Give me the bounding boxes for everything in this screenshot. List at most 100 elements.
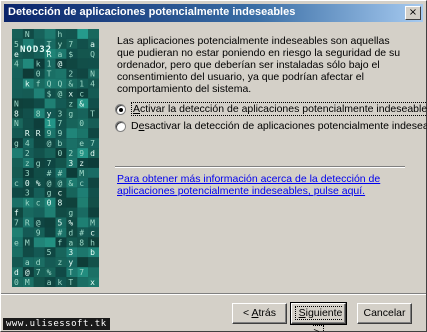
svg-text:%: % [36, 179, 41, 188]
svg-text:7: 7 [58, 119, 63, 128]
svg-text:e: e [14, 50, 19, 59]
svg-text:k: k [36, 60, 41, 69]
svg-text:@: @ [47, 139, 52, 148]
svg-text:c: c [79, 179, 84, 188]
svg-text:Q: Q [47, 80, 52, 89]
window-title: Detección de aplicaciones potencialmente… [8, 6, 296, 18]
svg-text:9: 9 [79, 149, 84, 158]
svg-text:9: 9 [58, 129, 63, 138]
title-bar: Detección de aplicaciones potencialmente… [4, 4, 423, 22]
svg-text:k: k [25, 80, 30, 89]
svg-text:c: c [79, 90, 84, 99]
svg-text:@: @ [58, 90, 63, 99]
svg-text:$: $ [47, 90, 52, 99]
svg-text:7: 7 [36, 268, 41, 277]
svg-text:f: f [36, 80, 41, 89]
radio-desactivar[interactable]: Desactivar la detección de aplicaciones … [115, 119, 427, 133]
svg-text:a: a [58, 50, 63, 59]
svg-text:7: 7 [79, 268, 84, 277]
svg-text:&: & [79, 99, 84, 108]
svg-text:5: 5 [47, 248, 52, 257]
svg-text:0: 0 [36, 70, 41, 79]
svg-text:N: N [14, 119, 19, 128]
svg-text:0: 0 [25, 179, 30, 188]
svg-text:N: N [25, 30, 30, 39]
svg-text:R: R [36, 129, 41, 138]
svg-text:k: k [58, 278, 63, 287]
svg-text:&: & [68, 179, 73, 188]
svg-text:T: T [47, 70, 52, 79]
svg-text:1: 1 [47, 60, 52, 69]
cancel-button[interactable]: Cancelar [357, 303, 412, 324]
svg-text:3: 3 [68, 248, 73, 257]
svg-text:2: 2 [68, 70, 73, 79]
svg-text:b: b [90, 248, 95, 257]
svg-text:3: 3 [25, 189, 30, 198]
svg-text:a: a [47, 278, 52, 287]
svg-text:$: $ [68, 50, 73, 59]
svg-text:a: a [90, 40, 95, 49]
radio-desactivar-label[interactable]: Desactivar la detección de aplicaciones … [131, 120, 427, 132]
svg-text:7: 7 [14, 219, 19, 228]
radio-activar[interactable]: Activar la detección de aplicaciones pot… [115, 102, 427, 116]
svg-text:3: 3 [58, 109, 63, 118]
svg-text:0: 0 [47, 199, 52, 208]
svg-text:e: e [14, 238, 19, 247]
svg-text:1: 1 [79, 80, 84, 89]
svg-text:4: 4 [25, 139, 30, 148]
svg-text:0: 0 [58, 149, 63, 158]
svg-text:g: g [47, 189, 52, 198]
svg-text:z: z [79, 159, 84, 168]
back-button[interactable]: < Atrás [232, 303, 287, 324]
svg-text:0: 0 [79, 119, 84, 128]
svg-text:f: f [58, 238, 63, 247]
svg-text:a: a [25, 258, 30, 267]
svg-text:4: 4 [14, 60, 19, 69]
svg-text:R: R [25, 129, 30, 138]
svg-text:b: b [58, 139, 63, 148]
svg-text:d: d [36, 258, 41, 267]
svg-text:d: d [68, 228, 73, 237]
svg-text:M: M [25, 278, 30, 287]
svg-text:g: g [68, 109, 73, 118]
svg-text:@: @ [36, 219, 41, 228]
svg-text:k: k [25, 199, 30, 208]
svg-text:7: 7 [47, 159, 52, 168]
svg-text:2: 2 [25, 149, 30, 158]
svg-text:3: 3 [68, 159, 73, 168]
svg-text:M: M [90, 219, 95, 228]
svg-text:M: M [79, 169, 84, 178]
svg-text:%: % [47, 268, 52, 277]
svg-text:8: 8 [58, 199, 63, 208]
svg-text:a: a [68, 238, 73, 247]
svg-text:&: & [68, 80, 73, 89]
svg-text:c: c [90, 228, 95, 237]
svg-text:5: 5 [58, 219, 63, 228]
svg-text:@: @ [47, 179, 52, 188]
more-info-link[interactable]: Para obtener más información acerca de l… [117, 173, 407, 197]
radio-button-unchecked[interactable] [115, 120, 126, 132]
svg-text:c: c [36, 199, 41, 208]
content-separator [115, 166, 405, 168]
svg-text:z: z [25, 159, 30, 168]
svg-text:T: T [68, 268, 73, 277]
svg-text:7: 7 [68, 40, 73, 49]
next-button[interactable]: Siguiente > [290, 302, 347, 332]
svg-text:d: d [14, 268, 19, 277]
radio-activar-label[interactable]: Activar la detección de aplicaciones pot… [131, 102, 427, 116]
svg-text:z: z [68, 99, 73, 108]
svg-text:#: # [47, 169, 52, 178]
svg-text:0: 0 [14, 278, 19, 287]
svg-text:5: 5 [14, 40, 19, 49]
svg-text:g: g [36, 159, 41, 168]
radio-button-checked[interactable] [115, 103, 126, 115]
svg-text:N: N [14, 99, 19, 108]
svg-text:@: @ [58, 60, 63, 69]
svg-text:e: e [79, 139, 84, 148]
svg-text:d: d [90, 149, 95, 158]
close-icon[interactable]: × [405, 6, 421, 20]
svg-text:g: g [68, 209, 73, 218]
svg-text:T: T [68, 278, 73, 287]
svg-text:#: # [58, 228, 63, 237]
svg-text:#: # [79, 228, 84, 237]
